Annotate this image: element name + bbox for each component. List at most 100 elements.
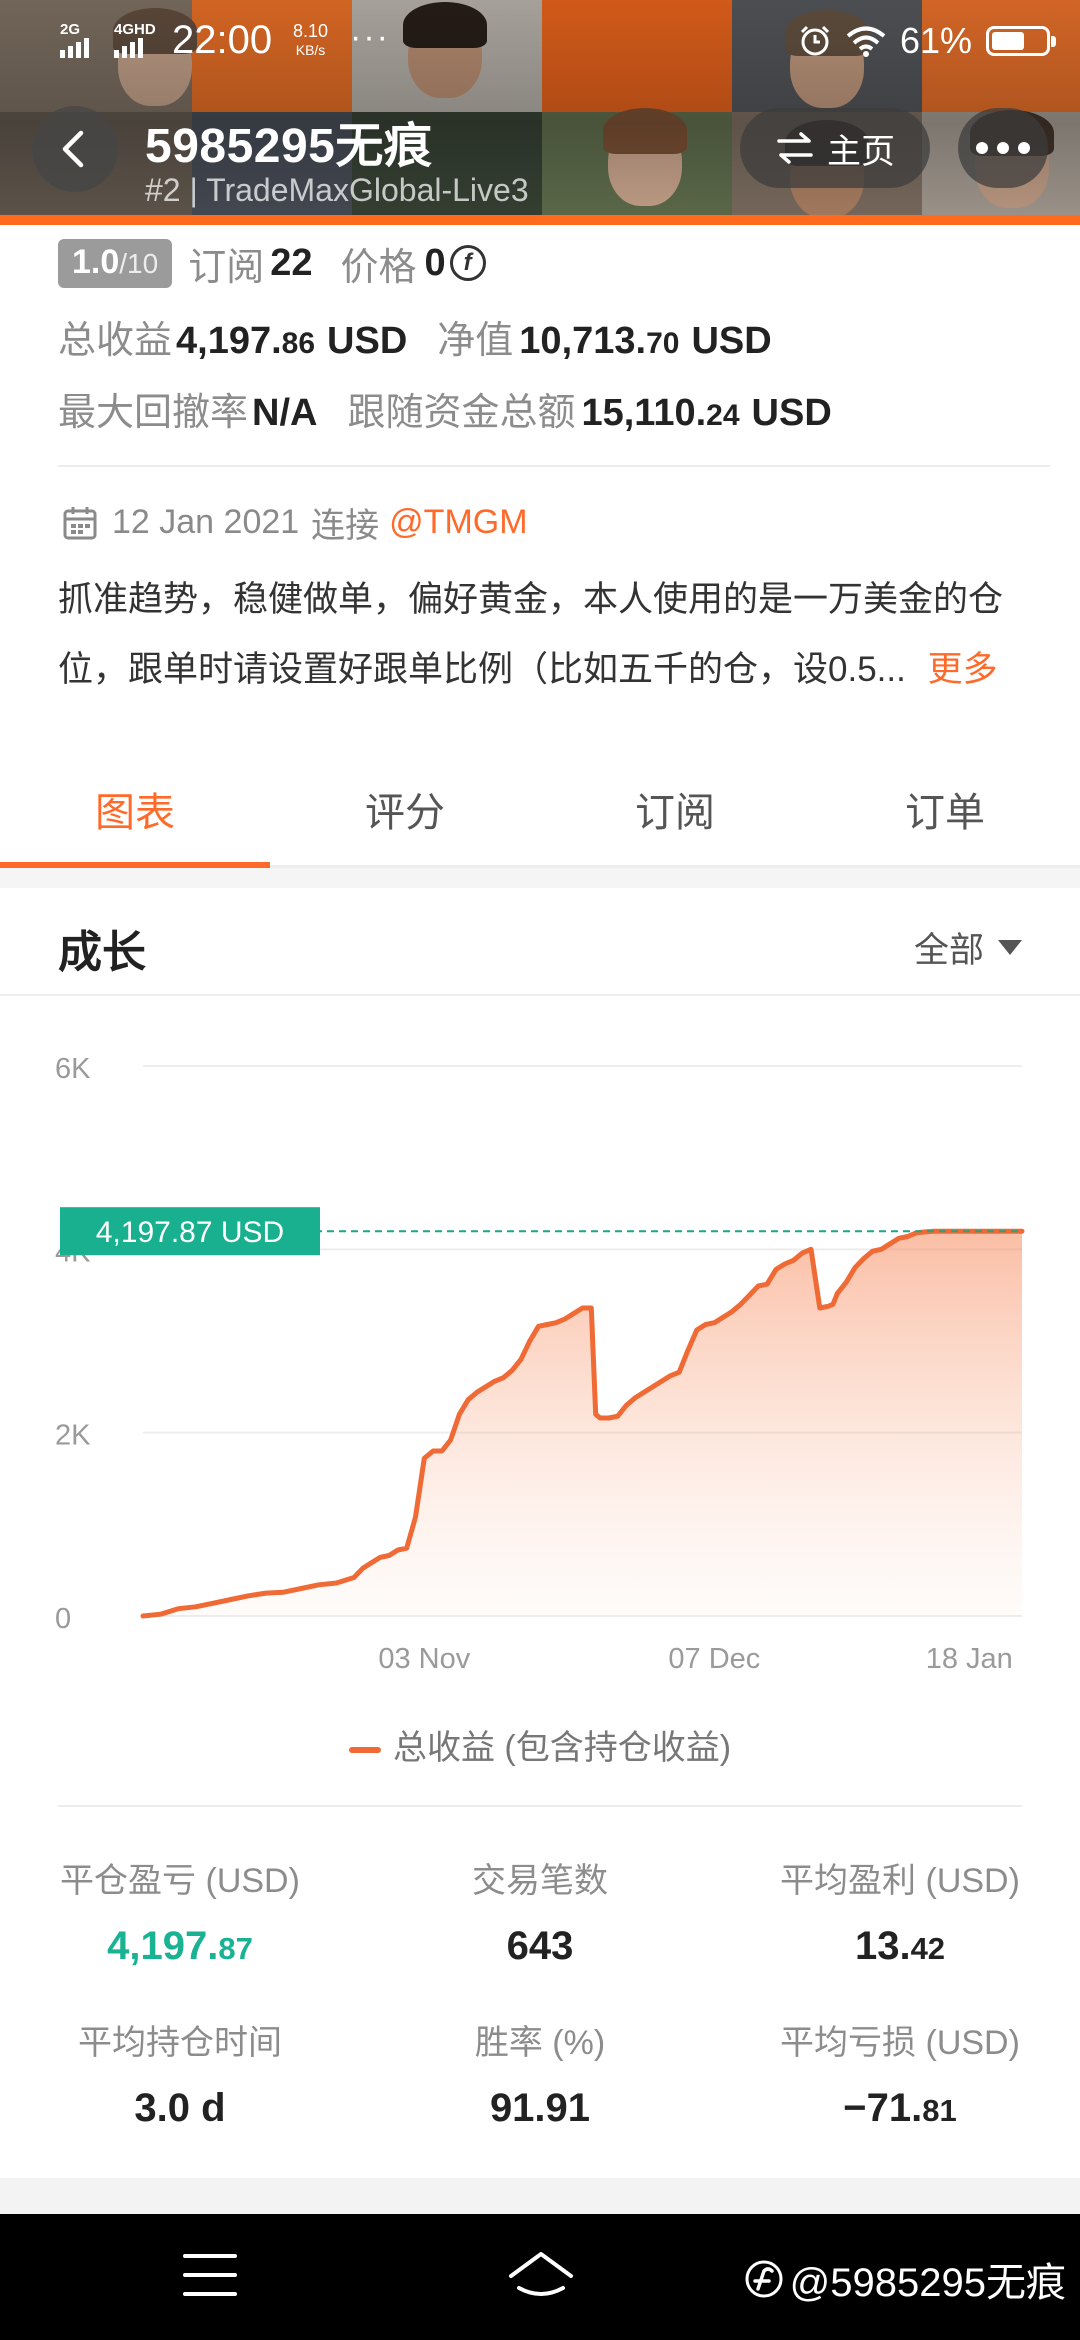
total-profit-currency: USD (327, 320, 408, 362)
metric-label: 胜率 (%) (474, 2024, 606, 2062)
metric-value: 91.91 (360, 2086, 720, 2131)
connect-label: 连接 (311, 507, 380, 545)
metric-avg-loss: 平均亏损 (USD) −71.81 (720, 2015, 1080, 2131)
metric-label: 平均亏损 (USD) (780, 2024, 1020, 2062)
metric-value: 3.0 d (0, 2086, 360, 2131)
tab-rating[interactable]: 评分 (270, 745, 540, 865)
metric-avg-hold-time: 平均持仓时间 3.0 d (0, 2015, 360, 2131)
more-dots-icon (976, 142, 1030, 154)
net-value-currency: USD (691, 320, 772, 362)
range-dropdown[interactable]: 全部 (914, 922, 1022, 973)
network-speed-unit: KB/s (295, 42, 326, 58)
net-value-dec: 70 (646, 327, 680, 360)
net-value-int: 10,713. (519, 320, 647, 362)
metric-win-rate: 胜率 (%) 91.91 (360, 2015, 720, 2131)
total-profit-int: 4,197. (176, 320, 282, 362)
profile-header: 2G 4GHD 22:00 8.10 KB/s ··· 61% 5985295无… (0, 0, 1080, 225)
section-title: 成长 (58, 928, 146, 977)
strategy-description: 抓准趋势，稳健做单，偏好黄金，本人使用的是一万美金的仓位，跟单时请设置好跟单比例… (58, 565, 1038, 705)
home-icon[interactable] (506, 2248, 576, 2306)
home-page-button[interactable]: 主页 (740, 108, 930, 188)
follow-total-dec: 24 (706, 399, 740, 432)
subscribe-count: 22 (270, 241, 313, 284)
notification-dots: ··· (350, 18, 390, 56)
alarm-icon (800, 25, 829, 56)
account-subtitle: #2 | TradeMaxGlobal-Live3 (145, 172, 529, 208)
calendar-icon (63, 506, 97, 539)
metric-value-int: −71. (843, 2086, 923, 2130)
net-value-label: 净值 (437, 320, 514, 362)
network-label-2g: 2G (60, 21, 81, 38)
status-bar: 2G 4GHD 22:00 8.10 KB/s ··· 61% (0, 0, 1080, 82)
network-speed: 8.10 KB/s (293, 22, 328, 60)
price-value: 0 (424, 241, 446, 284)
chart-legend: 总收益 (包含持仓收益) (0, 1720, 1080, 1769)
growth-chart-svg: 02K4K6K03 Nov07 Dec18 Jan4,197.87 USD (55, 1053, 1025, 1675)
rating-badge: 1.0/10 (58, 238, 173, 288)
metric-value-int: 91.91 (489, 2086, 591, 2130)
battery-percent: 61% (899, 20, 972, 61)
tab-bar: 图表 评分 订阅 订单 (0, 745, 1080, 868)
caret-down-icon (998, 940, 1022, 955)
rating-row: 1.0/10 订阅 22 价格 0 f (58, 235, 486, 291)
connect-info: 12 Jan 2021 连接 @TMGM (62, 498, 528, 547)
more-link[interactable]: 更多 (928, 650, 998, 689)
description-text: 抓准趋势，稳健做单，偏好黄金，本人使用的是一万美金的仓位，跟单时请设置好跟单比例… (58, 580, 1004, 689)
series-area (143, 1231, 1022, 1616)
metric-value: 4,197.87 (0, 1924, 360, 1969)
broker-link[interactable]: @TMGM (389, 503, 527, 542)
watermark: @5985295无痕 (744, 2250, 1066, 2308)
battery-icon (986, 26, 1056, 56)
metric-value-dec: 81 (922, 2093, 957, 2128)
back-button[interactable] (32, 106, 118, 192)
x-tick-label: 18 Jan (926, 1643, 1013, 1675)
metric-value-int: 4,197. (107, 1924, 219, 1968)
y-tick-label: 2K (55, 1420, 91, 1452)
more-button[interactable] (958, 108, 1048, 188)
divider (58, 465, 1050, 467)
metric-value: 13.42 (720, 1924, 1080, 1969)
follow-total-currency: USD (751, 392, 832, 434)
tab-orders[interactable]: 订单 (810, 745, 1080, 865)
rating-value: 1.0 (72, 242, 120, 281)
metric-value-int: 643 (506, 1924, 574, 1968)
metric-label: 平均盈利 (USD) (780, 1862, 1020, 1900)
legend-swatch (348, 1747, 381, 1754)
swap-arrows-icon (777, 132, 813, 164)
menu-icon[interactable] (183, 2254, 237, 2300)
network-label-4g: 4GHD (114, 21, 156, 38)
price-label: 价格 (340, 246, 417, 289)
bottom-spacer (0, 2178, 1080, 2214)
watermark-text: @5985295无痕 (789, 2261, 1066, 2305)
y-tick-label: 6K (55, 1053, 91, 1085)
network-speed-value: 8.10 (293, 21, 329, 41)
metric-label: 平仓盈亏 (USD) (60, 1862, 300, 1900)
system-nav-bar: @5985295无痕 (0, 2214, 1080, 2340)
clock-time: 22:00 (172, 18, 273, 62)
x-tick-label: 07 Dec (668, 1643, 760, 1675)
app-logo-icon (745, 2260, 783, 2298)
coin-icon: f (449, 245, 486, 281)
callout-label: 4,197.87 USD (96, 1216, 284, 1249)
tab-chart[interactable]: 图表 (0, 745, 270, 868)
wifi-icon (846, 26, 886, 57)
metric-value-dec: 87 (218, 1931, 253, 1966)
x-tick-label: 03 Nov (378, 1643, 470, 1675)
total-profit-label: 总收益 (58, 320, 173, 362)
follow-total-label: 跟随资金总额 (347, 392, 576, 434)
tab-subscribe[interactable]: 订阅 (540, 745, 810, 865)
y-tick-label: 0 (55, 1603, 71, 1635)
divider (58, 1805, 1022, 1807)
metric-value-dec: 42 (910, 1931, 946, 1966)
metric-value-int: 3.0 d (134, 2086, 226, 2130)
chevron-left-icon (62, 130, 84, 168)
home-page-label: 主页 (827, 132, 895, 171)
subscribe-label: 订阅 (188, 246, 265, 289)
metric-value: −71.81 (720, 2086, 1080, 2131)
rating-max: /10 (119, 247, 159, 279)
metric-label: 交易笔数 (472, 1862, 608, 1900)
connect-date: 12 Jan 2021 (112, 503, 300, 541)
follow-total-int: 15,110. (581, 392, 707, 434)
profit-row: 总收益 4,197.86 USD 净值 10,713.70 USD (58, 309, 772, 364)
drawdown-row: 最大回撤率 N/A 跟随资金总额 15,110.24 USD (58, 381, 832, 436)
